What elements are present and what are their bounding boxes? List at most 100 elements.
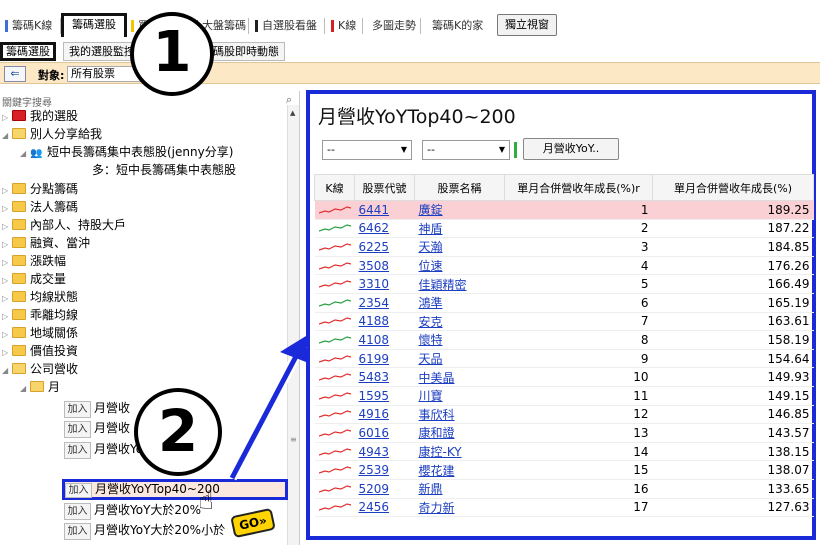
- stock-name-link[interactable]: 廣錠: [414, 200, 505, 220]
- sparkline-icon[interactable]: [314, 423, 355, 443]
- stock-code-link[interactable]: 5209: [354, 479, 415, 499]
- expand-icon[interactable]: ▷: [2, 218, 12, 235]
- stock-name-link[interactable]: 新鼎: [414, 479, 505, 499]
- strategy-item[interactable]: 加入 月營收: [64, 420, 130, 438]
- scroll-grip-icon[interactable]: ≡: [290, 435, 297, 444]
- table-row[interactable]: 4916 事欣科 12 146.85: [314, 405, 814, 425]
- sparkline-icon[interactable]: [314, 237, 355, 257]
- stock-name-link[interactable]: 安克: [414, 312, 505, 332]
- sparkline-icon[interactable]: [314, 219, 355, 239]
- stock-code-link[interactable]: 2539: [354, 460, 415, 480]
- col-yoy-rank[interactable]: 單月合併營收年成長(%)r: [504, 174, 653, 201]
- expand-icon[interactable]: ▷: [2, 109, 12, 126]
- tree-scrollbar[interactable]: ▲ ≡: [287, 105, 299, 545]
- col-kline[interactable]: K線: [314, 174, 355, 201]
- expand-icon[interactable]: ▷: [2, 254, 12, 271]
- add-button[interactable]: 加入: [64, 442, 91, 459]
- stock-code-link[interactable]: 3508: [354, 256, 415, 276]
- sparkline-icon[interactable]: [314, 293, 355, 313]
- expand-icon[interactable]: ▷: [2, 272, 12, 289]
- table-row[interactable]: 3310 佳穎精密 5 166.49: [314, 274, 814, 294]
- stock-code-link[interactable]: 3310: [354, 274, 415, 294]
- table-row[interactable]: 4108 懷特 8 158.19: [314, 330, 814, 350]
- stock-name-link[interactable]: 懷特: [414, 330, 505, 350]
- table-row[interactable]: 6462 神盾 2 187.22: [314, 219, 814, 239]
- stock-name-link[interactable]: 櫻花建: [414, 460, 505, 480]
- table-row[interactable]: 3508 位速 4 176.26: [314, 256, 814, 276]
- stock-name-link[interactable]: 鴻準: [414, 293, 505, 313]
- tree-item-region[interactable]: ▷ 地域關係: [2, 325, 78, 342]
- sparkline-icon[interactable]: [314, 330, 355, 350]
- stock-code-link[interactable]: 6016: [354, 423, 415, 443]
- tree-item-jenny-share[interactable]: ◢ 👥 短中長籌碼集中表態股(jenny分享): [20, 144, 233, 161]
- back-arrow-icon[interactable]: ⇐: [4, 66, 26, 82]
- stock-name-link[interactable]: 事欣科: [414, 405, 505, 425]
- stock-code-link[interactable]: 6441: [354, 200, 415, 220]
- scroll-up-icon[interactable]: ▲: [290, 109, 295, 117]
- stock-name-link[interactable]: 天品: [414, 349, 505, 369]
- independent-window-button[interactable]: 獨立視窗: [497, 14, 557, 36]
- stock-name-link[interactable]: 川寶: [414, 386, 505, 406]
- stock-name-link[interactable]: 位速: [414, 256, 505, 276]
- tree-item-shared[interactable]: ◢ 別人分享給我: [2, 126, 102, 143]
- tree-item-insiders[interactable]: ▷ 內部人、持股大戶: [2, 217, 126, 234]
- stock-code-link[interactable]: 4943: [354, 442, 415, 462]
- tree-item-monthly[interactable]: ◢ 月: [20, 379, 60, 396]
- stock-code-link[interactable]: 6199: [354, 349, 415, 369]
- tree-item-value[interactable]: ▷ 價值投資: [2, 343, 78, 360]
- add-button[interactable]: 加入: [64, 523, 91, 540]
- filter-select-2[interactable]: -- ▼: [422, 140, 510, 160]
- stock-name-link[interactable]: 中美晶: [414, 367, 505, 387]
- col-name[interactable]: 股票名稱: [414, 174, 505, 201]
- stock-name-link[interactable]: 康控-KY: [414, 442, 505, 462]
- table-row[interactable]: 5483 中美晶 10 149.93: [314, 367, 814, 387]
- add-button[interactable]: 加入: [64, 401, 91, 418]
- keyword-search-input[interactable]: 關鍵字搜尋: [2, 94, 52, 109]
- subtab-chip-picker[interactable]: 籌碼選股: [0, 42, 56, 61]
- sparkline-icon[interactable]: [314, 405, 355, 425]
- strategy-item[interactable]: 加入 月營收YoY大於20%: [64, 502, 201, 520]
- collapse-icon[interactable]: ◢: [20, 145, 30, 162]
- tree-item-ma-state[interactable]: ▷ 均線狀態: [2, 289, 78, 306]
- sparkline-icon[interactable]: [314, 256, 355, 276]
- tree-item-my-picks[interactable]: ▷ 我的選股: [2, 108, 78, 125]
- stock-code-link[interactable]: 5483: [354, 367, 415, 387]
- expand-icon[interactable]: ▷: [2, 182, 12, 199]
- sparkline-icon[interactable]: [314, 442, 355, 462]
- strategy-item[interactable]: 加入 月營收YoY大於20%小於: [64, 522, 225, 540]
- filter-select-1[interactable]: -- ▼: [322, 140, 412, 160]
- sparkline-icon[interactable]: [314, 312, 355, 332]
- tree-item-broker-chips[interactable]: ▷ 分點籌碼: [2, 181, 78, 198]
- tab-chip-k-home[interactable]: 籌碼K的家: [424, 16, 483, 36]
- table-row[interactable]: 2456 奇力新 17 127.63: [314, 498, 814, 518]
- stock-code-link[interactable]: 6225: [354, 237, 415, 257]
- tab-kline[interactable]: K線: [330, 16, 356, 36]
- collapse-icon[interactable]: ◢: [2, 362, 12, 379]
- tree-item-revenue[interactable]: ◢ 公司營收: [2, 361, 78, 378]
- tree-item-volume[interactable]: ▷ 成交量: [2, 271, 66, 288]
- tree-item-bias[interactable]: ▷ 乖離均線: [2, 307, 78, 324]
- stock-name-link[interactable]: 佳穎精密: [414, 274, 505, 294]
- table-row[interactable]: 4943 康控-KY 14 138.15: [314, 442, 814, 462]
- col-code[interactable]: 股票代號: [354, 174, 415, 201]
- expand-icon[interactable]: ▷: [2, 326, 12, 343]
- strategy-item[interactable]: 加入 月營收: [64, 400, 130, 418]
- sparkline-icon[interactable]: [314, 200, 355, 220]
- table-row[interactable]: 6441 廣錠 1 189.25: [314, 200, 814, 220]
- stock-name-link[interactable]: 天瀚: [414, 237, 505, 257]
- tab-chip-kline[interactable]: 籌碼K線: [4, 16, 52, 36]
- tree-item-price-change[interactable]: ▷ 漲跌幅: [2, 253, 66, 270]
- tree-item-institutional[interactable]: ▷ 法人籌碼: [2, 199, 78, 216]
- sparkline-icon[interactable]: [314, 498, 355, 518]
- expand-icon[interactable]: ▷: [2, 236, 12, 253]
- tab-multi-chart[interactable]: 多圖走勢: [364, 16, 416, 36]
- stock-name-link[interactable]: 神盾: [414, 219, 505, 239]
- table-row[interactable]: 2354 鴻準 6 165.19: [314, 293, 814, 313]
- table-row[interactable]: 6225 天瀚 3 184.85: [314, 237, 814, 257]
- sparkline-icon[interactable]: [314, 349, 355, 369]
- stock-code-link[interactable]: 4108: [354, 330, 415, 350]
- tab-watchlist[interactable]: 自選股看盤: [254, 16, 317, 36]
- table-row[interactable]: 6199 天品 9 154.64: [314, 349, 814, 369]
- stock-name-link[interactable]: 康和證: [414, 423, 505, 443]
- add-button[interactable]: 加入: [64, 503, 91, 520]
